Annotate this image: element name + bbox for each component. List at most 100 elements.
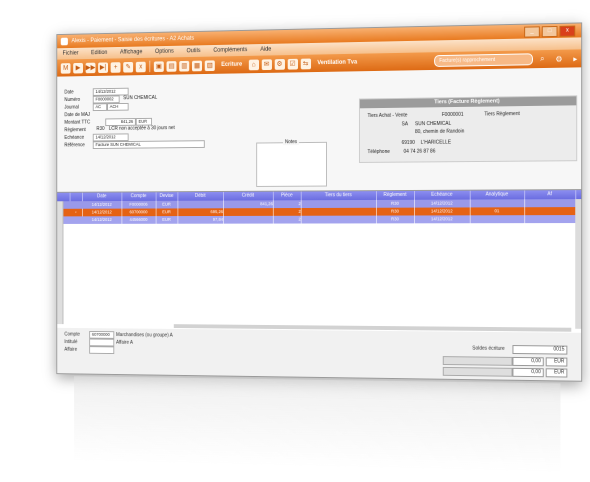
col-header-1[interactable] bbox=[70, 193, 83, 202]
minimize-button[interactable]: _ bbox=[524, 26, 540, 37]
application-window: Alexis - Paiement - Saisie des écritures… bbox=[56, 22, 582, 381]
cell-reglement: R30 bbox=[376, 215, 415, 223]
cell-credit: 841,26 bbox=[223, 200, 274, 208]
col-header-0[interactable] bbox=[57, 193, 70, 202]
table-row[interactable]: 14/12/2012 44566000 EUR 97,84 2 R30 14/1… bbox=[57, 215, 581, 224]
menu-affichage[interactable]: Affichage bbox=[120, 47, 142, 59]
label-journal: Journal bbox=[64, 104, 91, 110]
total-bar-2 bbox=[443, 367, 513, 377]
maximize-button[interactable]: □ bbox=[542, 26, 558, 37]
cell-analytique: 01 bbox=[470, 207, 525, 215]
menu-options[interactable]: Options bbox=[155, 46, 174, 58]
delete-icon[interactable]: x bbox=[136, 61, 146, 72]
label-montant: Montant TTC bbox=[64, 120, 91, 126]
reglement-text: LCR non acceptée à 30 jours net bbox=[109, 125, 175, 132]
reglement-code: R30 bbox=[96, 126, 104, 132]
tiers-name: SUN CHEMICAL bbox=[415, 121, 451, 127]
cell-devise: EUR bbox=[156, 208, 179, 216]
cell-analytique bbox=[470, 199, 525, 207]
search-icon[interactable]: ⌕ bbox=[540, 54, 544, 64]
col-header-date[interactable]: Date bbox=[82, 192, 122, 201]
home-icon[interactable]: M bbox=[61, 63, 71, 74]
ventilation-tva-button[interactable]: Ventilation Tva bbox=[317, 60, 357, 67]
fast-forward-icon[interactable]: ▶▶ bbox=[86, 62, 96, 73]
cell-analytique bbox=[470, 215, 525, 223]
total-1: 0,00 bbox=[512, 357, 543, 366]
menu-aide[interactable]: Aide bbox=[260, 44, 271, 56]
close-button[interactable]: x bbox=[559, 26, 575, 37]
menu-edition[interactable]: Edition bbox=[91, 47, 107, 59]
cell-compte: 60700000 bbox=[121, 208, 156, 216]
cell-date: 14/12/2012 bbox=[82, 209, 122, 217]
row-edit-icon: ‹ bbox=[70, 209, 83, 217]
col-header-analytique[interactable]: Analytique bbox=[470, 190, 525, 199]
col-header-tiers[interactable]: Tiers du tiers bbox=[301, 191, 377, 200]
copy-icon[interactable]: ▥ bbox=[179, 60, 189, 71]
cell-debit: 97,84 bbox=[177, 216, 224, 224]
tiers-code: F0000001 bbox=[442, 112, 464, 118]
edit-icon[interactable]: ✎ bbox=[123, 61, 133, 72]
cell-date: 14/12/2012 bbox=[82, 201, 122, 209]
swap-icon[interactable]: ⇆ bbox=[300, 58, 310, 69]
col-header-compte[interactable]: Compte bbox=[121, 192, 156, 201]
tiers-sa: SA bbox=[402, 121, 408, 127]
mail-icon[interactable]: ✉ bbox=[261, 59, 271, 70]
total-bar-1 bbox=[443, 356, 513, 366]
label-numero: Numéro bbox=[64, 97, 91, 103]
label-reglement: Règlement bbox=[64, 127, 91, 133]
solde-label: Soldes écriture bbox=[472, 346, 504, 352]
cell-devise: EUR bbox=[156, 216, 179, 224]
col-header-credit[interactable]: Crédit bbox=[223, 192, 274, 201]
total-2-currency: EUR bbox=[546, 368, 568, 377]
journal-code-field[interactable]: ACH bbox=[107, 103, 129, 111]
search-input[interactable]: Facture(s) rapprochement bbox=[434, 53, 533, 67]
add-icon[interactable]: + bbox=[111, 62, 121, 73]
tiers-reglement-label: Tiers Règlement bbox=[484, 111, 520, 117]
total-1-currency: EUR bbox=[546, 357, 568, 366]
cell-reglement: R30 bbox=[376, 200, 415, 208]
entries-grid: Date Compte Devise Débit Crédit Pièce Ti… bbox=[57, 189, 581, 334]
settings-icon[interactable]: ⚙ bbox=[274, 59, 284, 70]
footer-affaire-field[interactable] bbox=[89, 346, 114, 354]
notes-box[interactable]: Notes bbox=[256, 142, 327, 187]
tiers-header: Tiers (Facture Règlement) bbox=[360, 96, 576, 108]
app-icon bbox=[61, 38, 68, 46]
menu-complements[interactable]: Compléments bbox=[213, 44, 247, 56]
col-header-af[interactable]: Af bbox=[524, 190, 576, 199]
cell-tiers bbox=[301, 208, 377, 216]
journal-field[interactable]: AC bbox=[93, 103, 107, 111]
label-echeance: Echéance bbox=[64, 135, 91, 141]
tiers-city: L'HARICELLE bbox=[421, 140, 451, 146]
devise-field[interactable]: EUR bbox=[136, 118, 152, 126]
entry-form: Date 14/12/2012 Numéro F0000002 SUN CHEM… bbox=[57, 67, 581, 191]
col-header-devise[interactable]: Devise bbox=[156, 192, 179, 201]
col-header-piece[interactable]: Pièce bbox=[273, 192, 302, 201]
gear-icon[interactable]: ⚙ bbox=[555, 54, 562, 63]
footer-affaire: Affaire A bbox=[116, 340, 133, 346]
menu-outils[interactable]: Outils bbox=[186, 45, 200, 57]
reference-field[interactable]: Facture SUN CHEMICAL bbox=[93, 140, 205, 149]
solde-value: 0015 bbox=[512, 345, 567, 355]
tiers-phone-label: Téléphone bbox=[367, 149, 389, 155]
cell-debit: 695,26 bbox=[177, 208, 224, 216]
checkbox-icon[interactable]: ☑ bbox=[287, 58, 297, 69]
paste-icon[interactable]: ▦ bbox=[192, 60, 202, 71]
vertical-scrollbar[interactable] bbox=[575, 199, 581, 329]
cell-echeance: 14/12/2012 bbox=[414, 200, 471, 208]
col-header-reglement[interactable]: Règlement bbox=[376, 191, 415, 200]
expand-icon[interactable]: ▸ bbox=[573, 54, 577, 63]
next-icon[interactable]: ▶ bbox=[73, 62, 83, 73]
cell-echeance: 14/12/2012 bbox=[414, 215, 471, 223]
save-icon[interactable]: ▣ bbox=[154, 61, 164, 72]
last-icon[interactable]: ▶| bbox=[98, 62, 108, 73]
filter-icon[interactable]: ▧ bbox=[205, 60, 215, 71]
window-reflection bbox=[74, 376, 560, 473]
col-header-echeance[interactable]: Echéance bbox=[414, 191, 471, 200]
house-icon[interactable]: ⌂ bbox=[249, 59, 259, 70]
col-header-debit[interactable]: Débit bbox=[177, 192, 224, 201]
menu-fichier[interactable]: Fichier bbox=[63, 48, 79, 60]
cell-credit bbox=[223, 216, 274, 224]
ecriture-button[interactable]: Ecriture bbox=[221, 62, 242, 68]
cell-date: 14/12/2012 bbox=[82, 216, 122, 224]
print-icon[interactable]: ▤ bbox=[167, 61, 177, 72]
